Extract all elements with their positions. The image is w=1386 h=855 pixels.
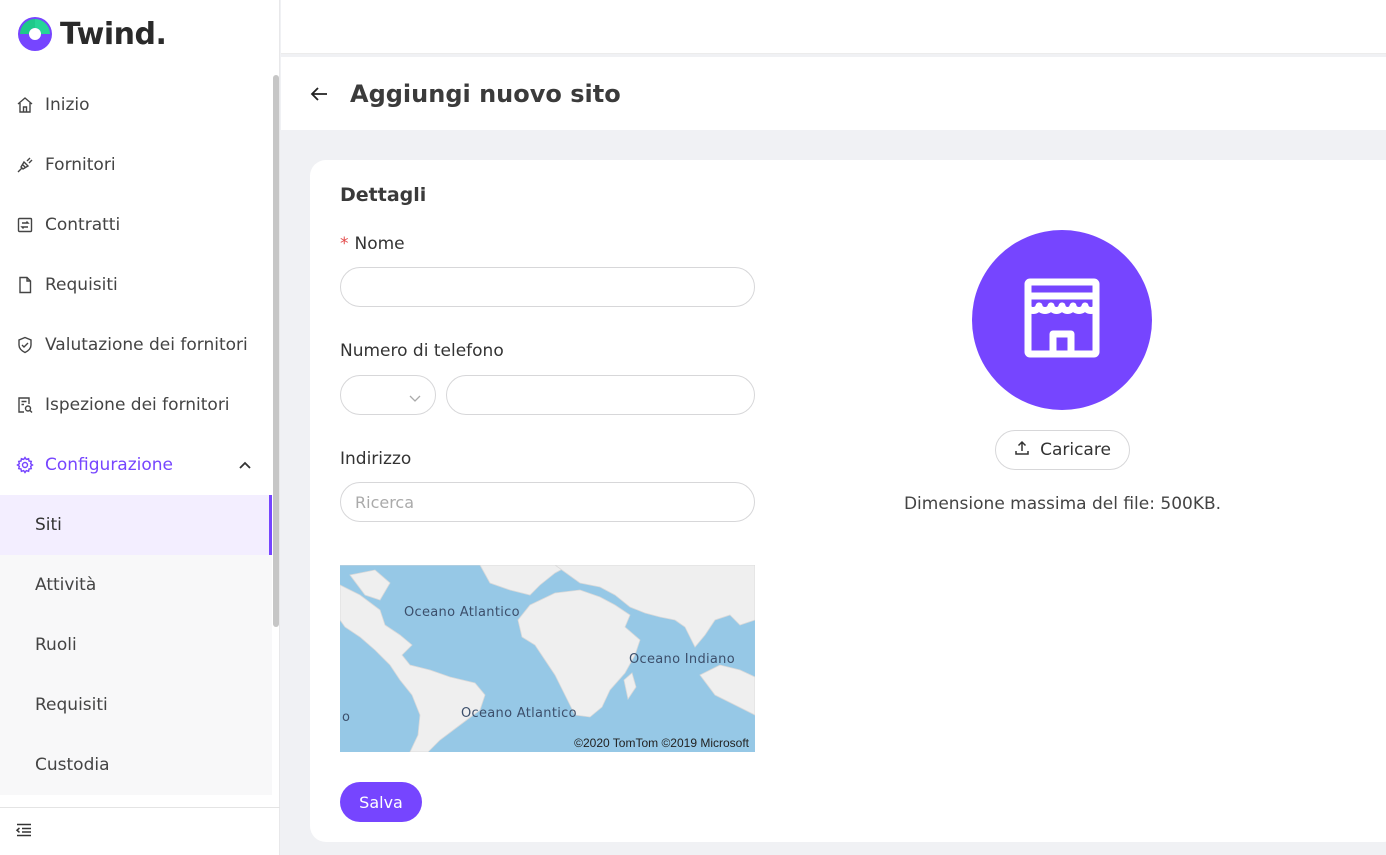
sidebar-item-label: Configurazione [45,455,174,475]
sidebar-subitem-requisiti[interactable]: Requisiti [0,675,272,735]
map-label: o [342,710,351,725]
shield-check-icon [15,335,35,355]
phone-label: Numero di telefono [340,341,504,361]
sidebar-item-ispezione[interactable]: Ispezione dei fornitori [0,375,272,435]
sidebar-item-valutazione[interactable]: Valutazione dei fornitori [0,315,272,375]
map-label: Oceano Indiano [629,652,735,667]
top-bar [281,0,1386,54]
document-icon [15,275,35,295]
site-image-placeholder [972,230,1152,410]
sidebar-item-label: Contratti [45,215,121,235]
sidebar-item-configurazione[interactable]: Configurazione [0,435,272,495]
contract-icon [15,215,35,235]
sidebar-subitem-ruoli[interactable]: Ruoli [0,615,272,675]
sidebar-nav: Inizio Fornitori Contratti Requisiti Val… [0,75,272,795]
sidebar-item-inizio[interactable]: Inizio [0,75,272,135]
sidebar-subitem-label: Ruoli [35,635,77,655]
map-label: Oceano Atlantico [404,605,520,620]
sidebar-item-label: Requisiti [45,275,118,295]
chevron-down-icon [409,389,421,408]
store-icon [1020,276,1104,364]
page-title: Aggiungi nuovo sito [350,79,621,108]
sidebar-item-label: Fornitori [45,155,116,175]
upload-label: Caricare [1040,440,1111,460]
upload-icon [1014,440,1030,461]
plug-icon [15,155,35,175]
sidebar-subitem-label: Siti [35,515,62,535]
file-size-hint: Dimensione massima del file: 500KB. [903,494,1222,514]
logo-mark-icon [16,15,54,53]
name-input[interactable] [340,267,755,307]
sidebar-item-requisiti[interactable]: Requisiti [0,255,272,315]
logo-text: Twind. [60,16,167,52]
arrow-left-icon[interactable] [309,83,331,105]
sidebar-item-fornitori[interactable]: Fornitori [0,135,272,195]
inspection-icon [15,395,35,415]
sidebar-submenu: Siti Attività Ruoli Requisiti Custodia [0,495,272,795]
collapse-menu-icon[interactable] [15,821,33,843]
home-icon [15,95,35,115]
sidebar: Twind. Inizio Fornitori Contratti Requis… [0,0,280,855]
address-label: Indirizzo [340,449,412,469]
sidebar-item-contratti[interactable]: Contratti [0,195,272,255]
name-label: * Nome [340,234,405,254]
sidebar-subitem-label: Requisiti [35,695,108,715]
gear-icon [15,455,35,475]
address-map[interactable]: Oceano Atlantico Oceano Indiano Oceano A… [340,565,755,752]
sidebar-subitem-label: Custodia [35,755,110,775]
save-button[interactable]: Salva [340,782,422,822]
site-form-card: Dettagli * Nome Numero di telefono Indiri… [310,160,1386,842]
sidebar-scrollbar[interactable] [273,75,279,627]
section-title: Dettagli [340,184,427,206]
chevron-up-icon[interactable] [238,457,252,477]
sidebar-subitem-custodia[interactable]: Custodia [0,735,272,795]
sidebar-subitem-label: Attività [35,575,97,595]
sidebar-item-label: Ispezione dei fornitori [45,395,230,415]
map-label: Oceano Atlantico [461,706,577,721]
sidebar-item-label: Inizio [45,95,90,115]
name-label-text: Nome [354,234,405,254]
sidebar-subitem-siti[interactable]: Siti [0,495,272,555]
phone-prefix-select[interactable] [340,375,436,415]
page-header: Aggiungi nuovo sito [281,57,1386,130]
address-search-input[interactable] [340,482,755,522]
phone-input[interactable] [446,375,755,415]
sidebar-item-label: Valutazione dei fornitori [45,335,248,355]
sidebar-subitem-attivita[interactable]: Attività [0,555,272,615]
map-copyright: ©2020 TomTom ©2019 Microsoft [574,736,749,750]
sidebar-footer [0,807,280,855]
upload-button[interactable]: Caricare [995,430,1130,470]
required-mark: * [340,234,349,254]
logo[interactable]: Twind. [16,12,167,56]
